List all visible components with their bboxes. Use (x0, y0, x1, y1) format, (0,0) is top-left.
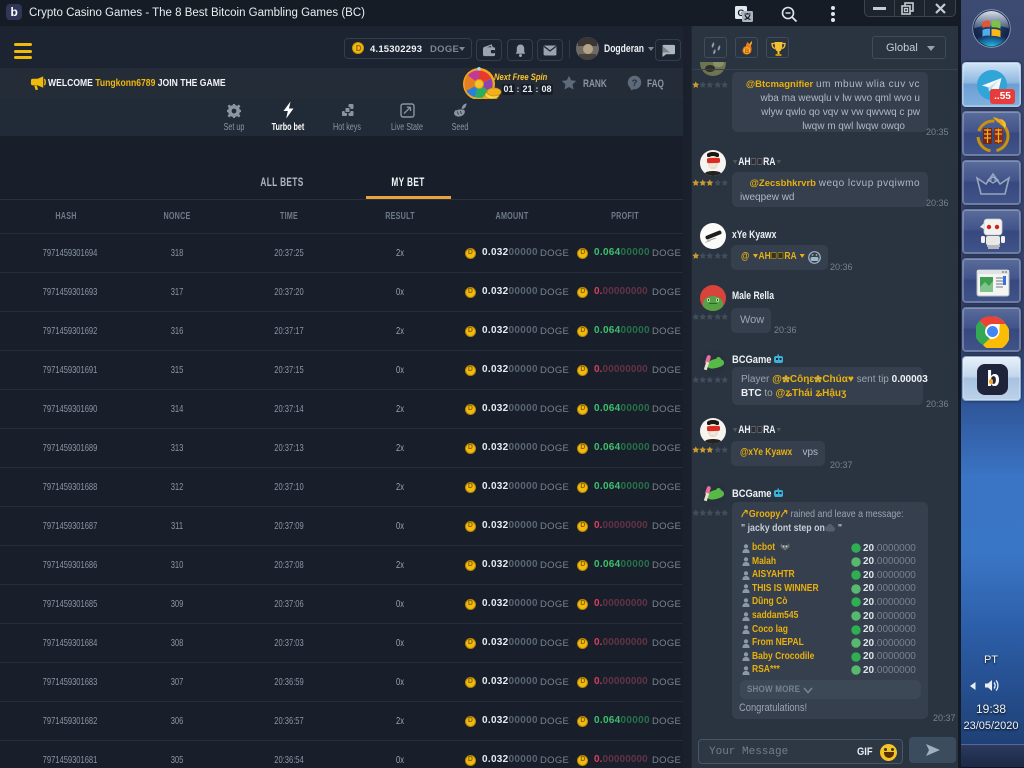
svg-text:?: ? (632, 78, 638, 88)
svg-text:B: B (745, 49, 750, 55)
